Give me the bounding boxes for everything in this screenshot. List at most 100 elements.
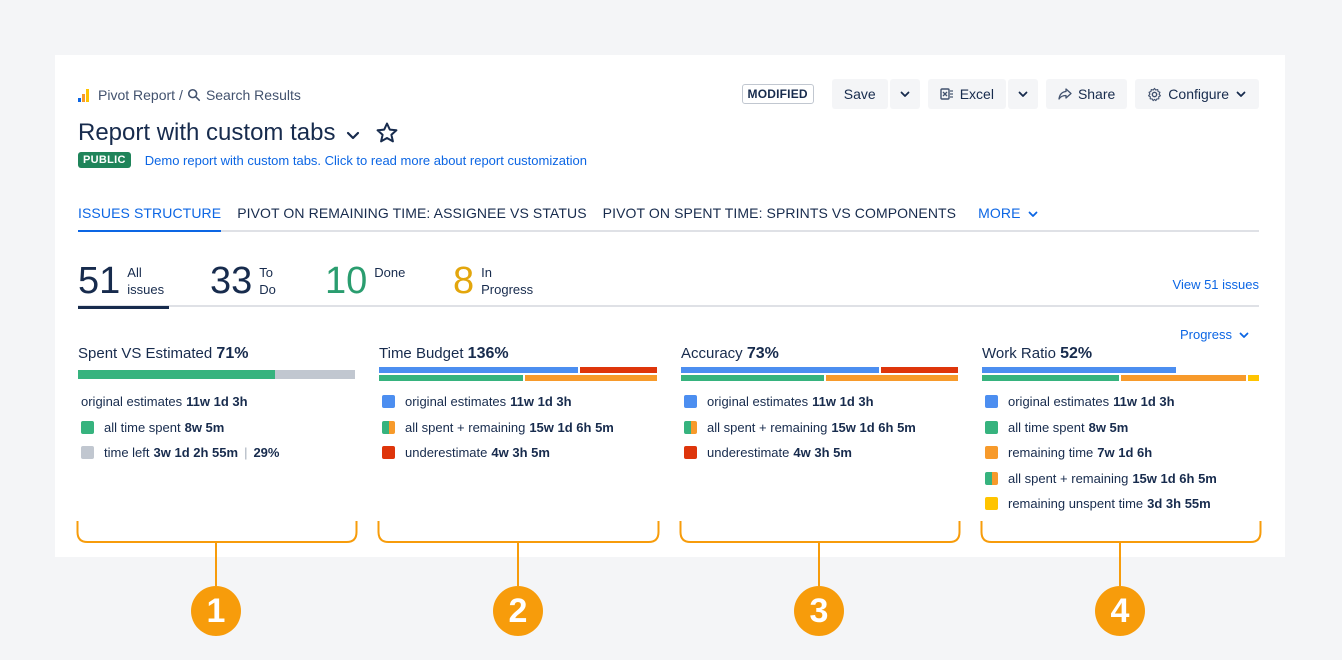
legend-swatch [985,395,998,409]
legend-label: all time spent [104,419,181,435]
legend-label: all spent + remaining [707,419,828,435]
legend-swatch [382,446,395,460]
legend-original-estimates: original estimates 11w 1d 3h [985,389,1217,415]
excel-button-label: Excel [959,86,994,102]
stat-all-issues[interactable]: 51 All issues [78,260,170,309]
callout-bracket-3 [679,521,961,586]
pivot-report-logo-icon [78,88,92,102]
excel-dropdown-button[interactable] [1007,79,1038,109]
legend-value: 7w 1d 6h [1097,445,1153,461]
metric-bar [78,370,355,379]
progress-dropdown-label: Progress [1179,327,1232,342]
save-button[interactable]: Save [831,79,888,109]
metric-title: Accuracy 73% [681,345,958,367]
legend-original-estimates: original estimates 11w 1d 3h [81,389,279,415]
legend-percent: 29% [253,445,280,461]
legend-value: 11w 1d 3h [1113,394,1175,410]
report-description-link[interactable]: Demo report with custom tabs. Click to r… [145,153,587,168]
legend-swatch [684,420,697,434]
chevron-down-icon [1018,91,1028,97]
tab-issues-structure[interactable]: ISSUES STRUCTURE [78,203,222,232]
stat-label: Done [374,265,406,280]
metric-bar-bottom [379,375,657,381]
legend-swatch [81,446,94,460]
breadcrumb-home-label: Pivot Report [98,87,176,103]
legend-label: all spent + remaining [405,419,526,435]
tab-more-label: MORE [978,205,1021,221]
legend-swatch [985,497,998,511]
breadcrumb: Pivot Report / Search Results [78,87,301,103]
view-issues-link[interactable]: View 51 issues [1173,277,1259,292]
share-button[interactable]: Share [1045,79,1128,109]
metric-legend: original estimates 11w 1d 3h all spent +… [382,389,614,466]
modified-badge: MODIFIED [741,84,814,104]
stat-value: 8 [453,260,475,302]
legend-swatch [382,395,395,409]
metric-percent: 73% [746,345,779,362]
bar-unspent-segment [1247,375,1259,381]
bar-left-segment [274,370,355,379]
bar-spent-segment [681,375,824,381]
legend-label: all time spent [1008,419,1085,435]
metric-label: Spent VS Estimated [78,345,213,362]
legend-underestimate: underestimate 4w 3h 5m [382,440,614,466]
report-subtitle-row: PUBLIC Demo report with custom tabs. Cli… [78,152,587,168]
star-icon[interactable] [375,121,399,145]
tab-pivot-spent-time[interactable]: PIVOT ON SPENT TIME: SPRINTS VS COMPONEN… [603,203,956,232]
legend-label: original estimates [1008,394,1110,410]
callout-bracket-4 [980,521,1262,586]
report-title: Report with custom tabs [78,119,336,146]
legend-swatch [684,446,697,460]
metric-work-ratio: Work Ratio 52% original estimates 11w 1d… [982,345,1259,511]
stat-value: 51 [78,260,121,302]
bar-underestimate-segment [579,367,657,373]
legend-swatch [382,420,395,434]
excel-button[interactable]: Excel [927,79,1006,109]
bar-original-segment [681,367,880,373]
metric-percent: 71% [216,345,249,362]
legend-value: 3w 1d 2h 55m [153,445,239,461]
save-dropdown-button[interactable] [889,79,920,109]
tab-more[interactable]: MORE [978,203,1038,232]
metric-title: Spent VS Estimated 71% [78,345,355,367]
bar-spent-segment [982,375,1119,381]
tab-pivot-remaining-time[interactable]: PIVOT ON REMAINING TIME: ASSIGNEE VS STA… [237,203,586,232]
legend-value: 15w 1d 6h 5m [529,419,614,435]
visibility-badge: PUBLIC [78,152,131,168]
title-chevron-down-icon[interactable] [345,127,361,143]
metric-percent: 52% [1060,345,1093,362]
legend-swatch [985,471,998,485]
chevron-down-icon [1236,91,1246,97]
legend-all-spent-remaining: all spent + remaining 15w 1d 6h 5m [985,466,1217,492]
configure-button[interactable]: Configure [1135,79,1259,109]
stat-done[interactable]: 10 Done [325,260,405,302]
chevron-down-icon [900,91,910,97]
legend-value: 3d 3h 55m [1147,496,1211,512]
stat-label: To Do [259,265,276,297]
legend-swatch [985,420,998,434]
legend-label: original estimates [707,394,809,410]
breadcrumb-current-label: Search Results [205,87,301,103]
metric-bar-top [379,367,657,373]
configure-button-label: Configure [1168,86,1229,102]
chevron-down-icon [1239,332,1249,338]
breadcrumb-current[interactable]: Search Results [187,87,301,103]
stat-in-progress[interactable]: 8 In Progress [453,260,541,302]
progress-dropdown[interactable]: Progress [1180,327,1250,342]
callout-number-3: 3 [794,586,844,636]
metric-bar-top [681,367,958,373]
breadcrumb-home[interactable]: Pivot Report [78,87,175,103]
metric-bar-bottom [982,375,1259,381]
metric-bar-top [982,367,1259,373]
report-title-row: Report with custom tabs [78,119,399,147]
callout-bracket-2 [377,521,660,586]
breadcrumb-separator: / [179,87,183,103]
callout-bracket-1 [76,521,358,586]
legend-original-estimates: original estimates 11w 1d 3h [382,389,614,415]
metric-label: Work Ratio [982,345,1056,362]
legend-label: remaining unspent time [1008,496,1144,512]
excel-button-group: Excel [927,79,1038,109]
callout-number-1: 1 [191,586,241,636]
stat-to-do[interactable]: 33 To Do [210,260,283,302]
legend-time-left: time left 3w 1d 2h 55m | 29% [81,440,279,466]
